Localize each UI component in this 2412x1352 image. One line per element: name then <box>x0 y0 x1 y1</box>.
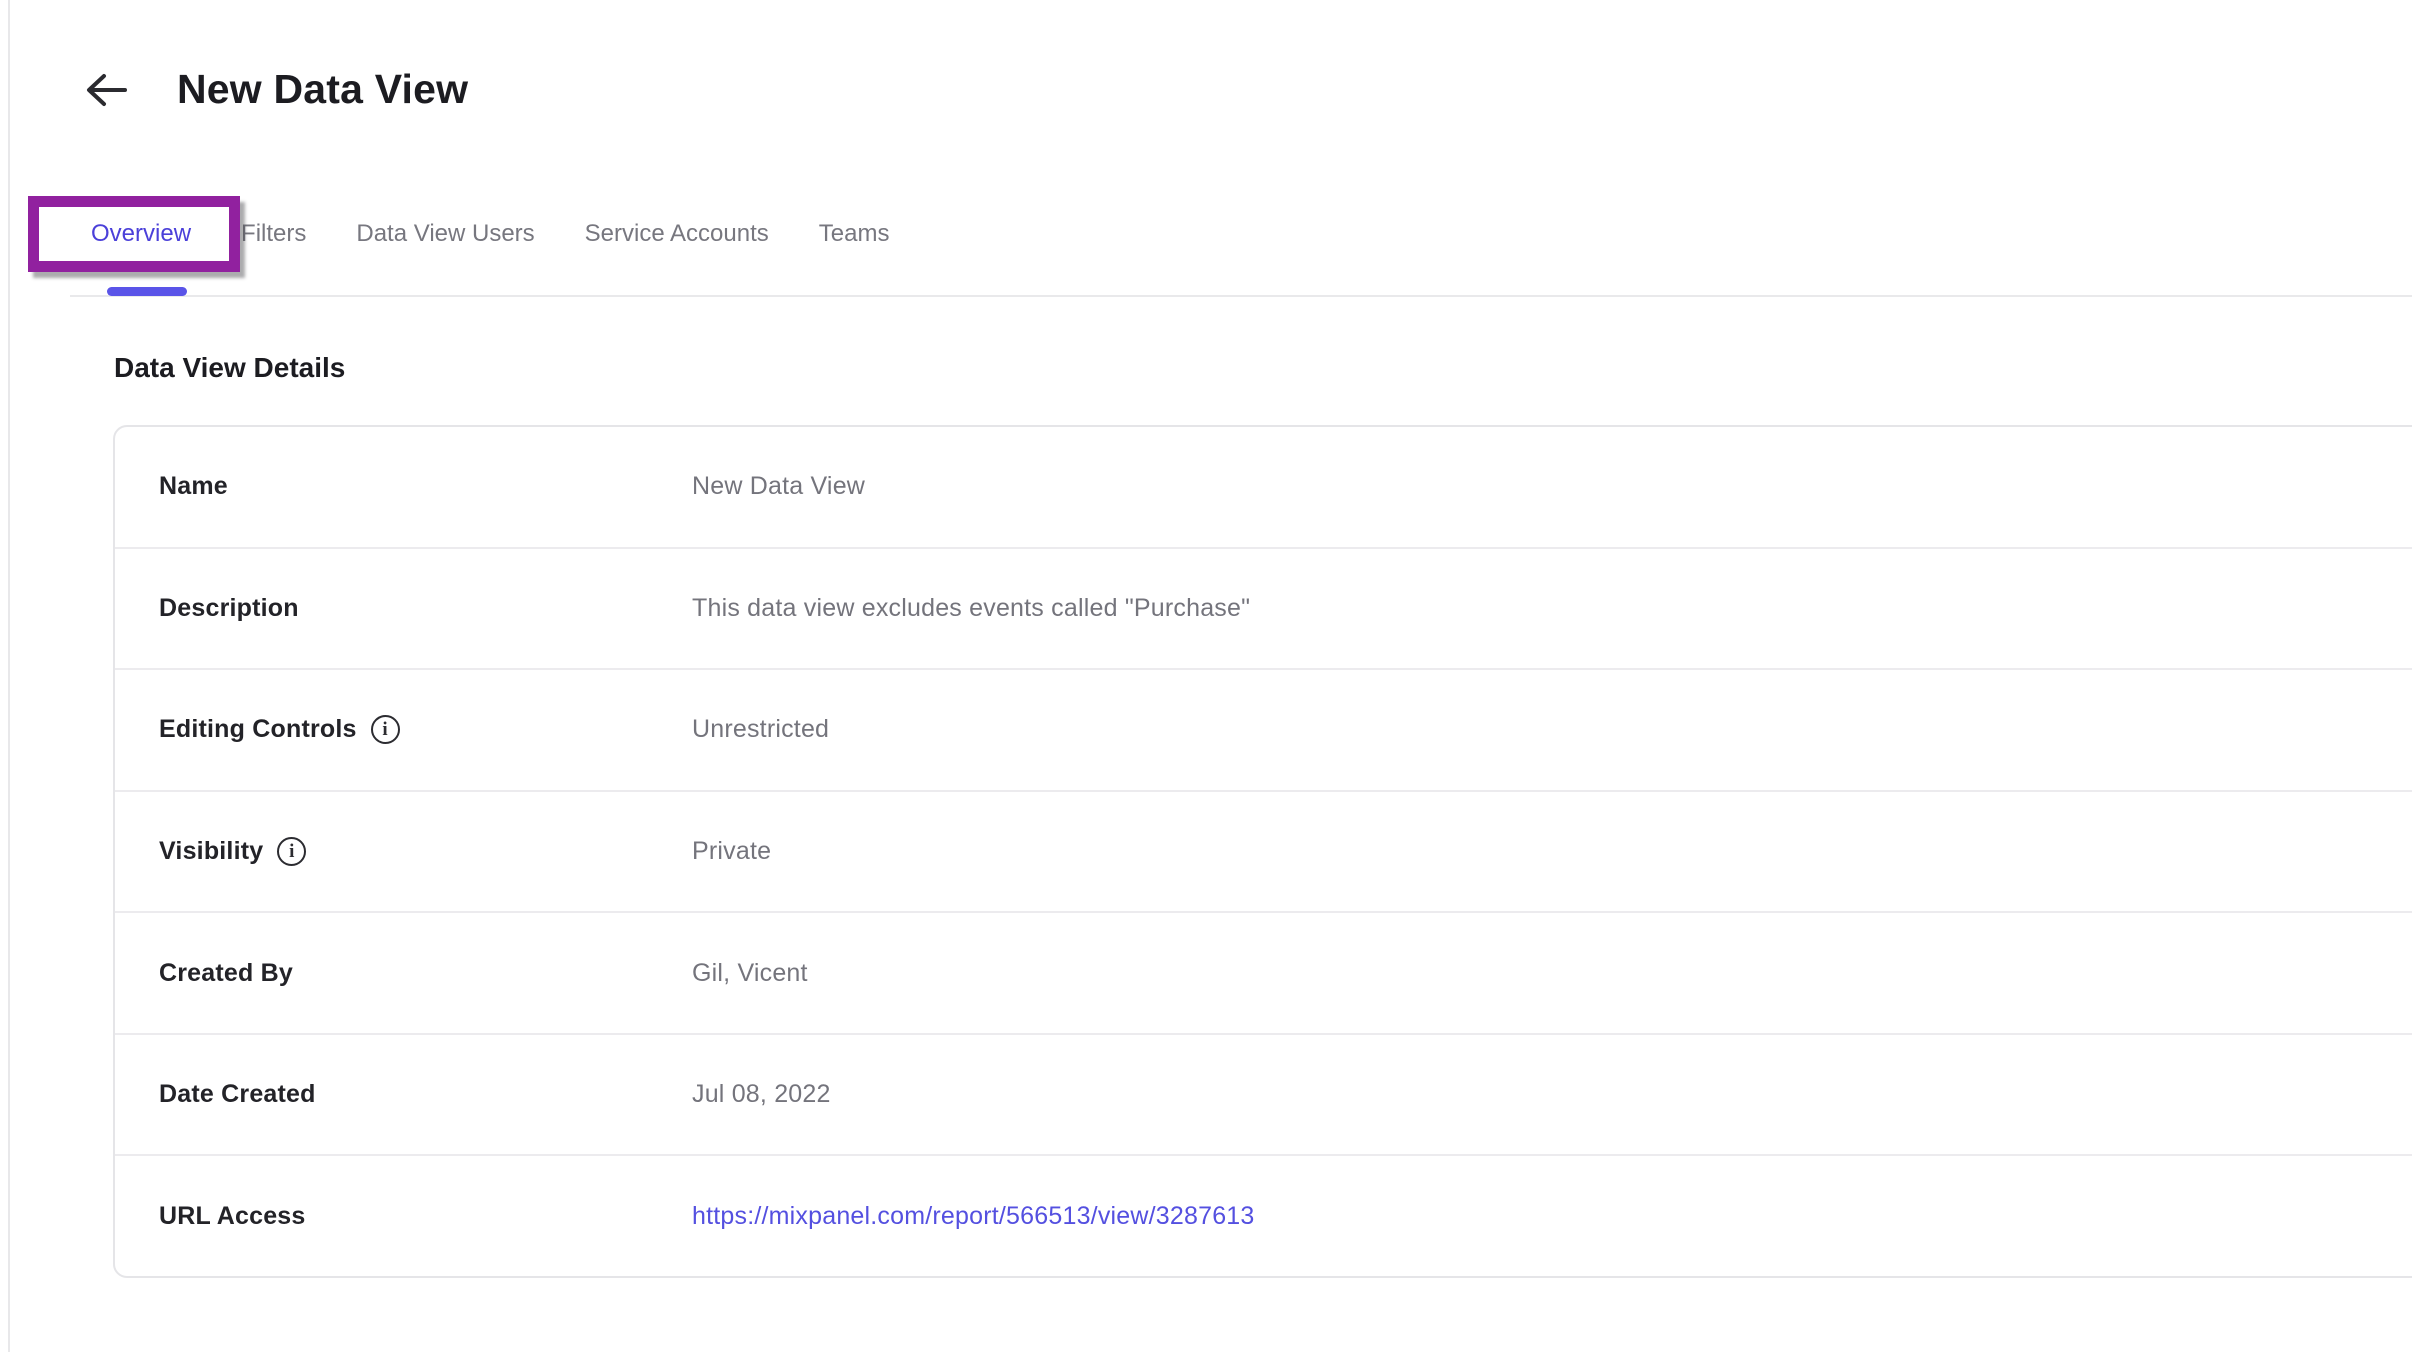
url-access-link[interactable]: https://mixpanel.com/report/566513/view/… <box>692 1202 1255 1230</box>
row-label: Editing Controls i <box>159 715 692 744</box>
table-row-editing-controls: Editing Controls i Unrestricted <box>115 670 2412 792</box>
row-label: Created By <box>159 959 692 988</box>
tab-overview[interactable]: Overview <box>91 220 191 248</box>
row-label: URL Access <box>159 1202 692 1231</box>
row-value: Gil, Vicent <box>692 959 808 988</box>
page-left-border <box>8 0 10 1352</box>
arrow-left-icon <box>84 73 128 107</box>
table-row-description: Description This data view excludes even… <box>115 549 2412 671</box>
tab-filters[interactable]: Filters <box>241 220 306 248</box>
row-value: Unrestricted <box>692 715 829 744</box>
row-label: Visibility i <box>159 837 692 866</box>
table-row-visibility: Visibility i Private <box>115 792 2412 914</box>
details-card: Name New Data View Description This data… <box>113 425 2412 1278</box>
table-row-name: Name New Data View <box>115 427 2412 549</box>
row-value: Jul 08, 2022 <box>692 1080 831 1109</box>
tabs-divider <box>70 295 2412 297</box>
back-button[interactable] <box>83 67 129 113</box>
info-icon[interactable]: i <box>277 837 306 866</box>
row-value: https://mixpanel.com/report/566513/view/… <box>692 1202 1255 1231</box>
table-row-created-by: Created By Gil, Vicent <box>115 913 2412 1035</box>
table-row-date-created: Date Created Jul 08, 2022 <box>115 1035 2412 1157</box>
row-label: Date Created <box>159 1080 692 1109</box>
row-value: This data view excludes events called "P… <box>692 594 1250 623</box>
table-row-url-access: URL Access https://mixpanel.com/report/5… <box>115 1156 2412 1276</box>
tab-bar: Overview Filters Data View Users Service… <box>91 208 889 260</box>
tab-service-accounts[interactable]: Service Accounts <box>585 220 769 248</box>
active-tab-indicator <box>107 287 187 296</box>
row-label: Name <box>159 472 692 501</box>
tab-teams[interactable]: Teams <box>819 220 890 248</box>
page-title: New Data View <box>177 66 468 113</box>
section-heading: Data View Details <box>114 352 345 384</box>
tab-data-view-users[interactable]: Data View Users <box>356 220 534 248</box>
page-header: New Data View <box>83 66 468 113</box>
info-icon[interactable]: i <box>371 715 400 744</box>
row-value: New Data View <box>692 472 865 501</box>
row-label: Description <box>159 594 692 623</box>
row-value: Private <box>692 837 771 866</box>
